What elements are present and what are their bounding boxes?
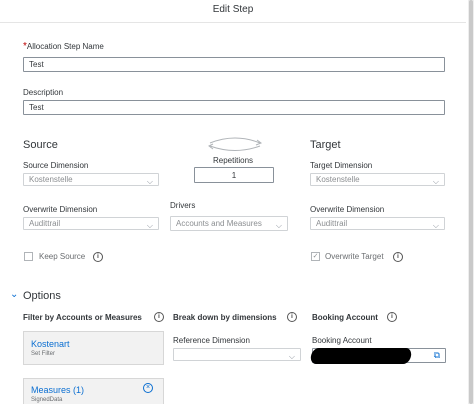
swap-arrow-top [209, 137, 261, 144]
source-overwrite-select[interactable]: Audittrail ⌵ [23, 217, 159, 230]
check-icon: ✓ [312, 253, 319, 260]
booking-account-label: Booking Account [312, 336, 372, 345]
chevron-down-icon: ⌵ [275, 221, 282, 230]
info-icon[interactable]: i [387, 312, 397, 322]
source-dimension-select[interactable]: Kostenstelle ⌵ [23, 173, 159, 186]
description-input[interactable]: Test [23, 100, 445, 115]
step-name-label: *Allocation Step Name [23, 41, 104, 52]
source-overwrite-value: Audittrail [29, 219, 61, 228]
keep-source-label: Keep Source [39, 252, 86, 261]
description-value: Test [29, 103, 44, 112]
source-dimension-value: Kostenstelle [29, 175, 73, 184]
info-icon[interactable]: i [93, 252, 103, 262]
swap-arrows-icon[interactable] [205, 136, 265, 152]
dialog-title: Edit Step [0, 0, 466, 23]
chevron-down-icon: ⌵ [432, 177, 439, 186]
info-icon[interactable]: i [393, 252, 403, 262]
chevron-down-icon: ⌵ [146, 221, 153, 230]
chevron-down-icon: ⌵ [432, 221, 439, 230]
reference-dimension-select[interactable]: ⌵ [173, 348, 301, 361]
scrollbar-thumb[interactable] [469, 0, 473, 404]
kostenart-title[interactable]: Kostenart [31, 339, 70, 349]
overwrite-target-checkbox[interactable]: ✓ [311, 252, 320, 261]
reference-dimension-label: Reference Dimension [173, 336, 250, 345]
source-dimension-label: Source Dimension [23, 161, 89, 170]
remove-circle-icon[interactable]: × [143, 383, 153, 393]
measures-filter-tile[interactable]: Measures (1) SignedData × [23, 378, 164, 404]
info-icon[interactable]: i [154, 312, 164, 322]
redaction-scribble [309, 348, 413, 364]
kostenart-subtitle: Set Filter [31, 351, 56, 357]
repetitions-label: Repetitions [213, 156, 254, 165]
overwrite-target-label: Overwrite Target [325, 252, 384, 261]
description-label: Description [23, 88, 64, 97]
target-dimension-label: Target Dimension [310, 161, 373, 170]
measures-subtitle: SignedData [31, 397, 63, 403]
target-overwrite-label: Overwrite Dimension [310, 205, 385, 214]
booking-account-input[interactable]: ⧉ [309, 348, 446, 364]
breakdown-heading: Break down by dimensions [173, 313, 277, 322]
target-dimension-select[interactable]: Kostenstelle ⌵ [310, 173, 445, 186]
options-collapse-toggle[interactable]: ⌄ [10, 289, 18, 300]
filter-heading: Filter by Accounts or Measures [23, 313, 142, 322]
chevron-down-icon: ⌄ [10, 289, 19, 300]
chevron-down-icon: ⌵ [146, 177, 153, 186]
dialog-title-text: Edit Step [212, 4, 254, 15]
drivers-label: Drivers [170, 201, 196, 210]
booking-heading: Booking Account [312, 313, 378, 322]
chevron-down-icon: ⌵ [288, 352, 295, 361]
step-name-value: Test [29, 60, 44, 69]
target-overwrite-select[interactable]: Audittrail ⌵ [310, 217, 445, 230]
options-heading: Options [23, 290, 61, 302]
target-overwrite-value: Audittrail [316, 219, 348, 228]
target-heading: Target [310, 139, 341, 151]
step-name-input[interactable]: Test [23, 57, 445, 72]
source-heading: Source [23, 139, 58, 151]
scrollbar[interactable] [468, 0, 474, 404]
swap-arrow-bottom [209, 145, 261, 151]
keep-source-checkbox[interactable] [24, 252, 33, 261]
repetitions-value: 1 [231, 171, 237, 180]
step-name-label-text: Allocation Step Name [26, 42, 104, 51]
measures-title[interactable]: Measures (1) [31, 385, 84, 395]
target-dimension-value: Kostenstelle [316, 175, 360, 184]
info-icon[interactable]: i [287, 312, 297, 322]
kostenart-filter-tile[interactable]: Kostenart Set Filter [23, 331, 164, 365]
drivers-value: Accounts and Measures [176, 219, 262, 228]
repetitions-input[interactable]: 1 [194, 167, 274, 183]
value-help-icon[interactable]: ⧉ [434, 349, 440, 362]
source-overwrite-label: Overwrite Dimension [23, 205, 98, 214]
drivers-select[interactable]: Accounts and Measures ⌵ [170, 216, 288, 231]
